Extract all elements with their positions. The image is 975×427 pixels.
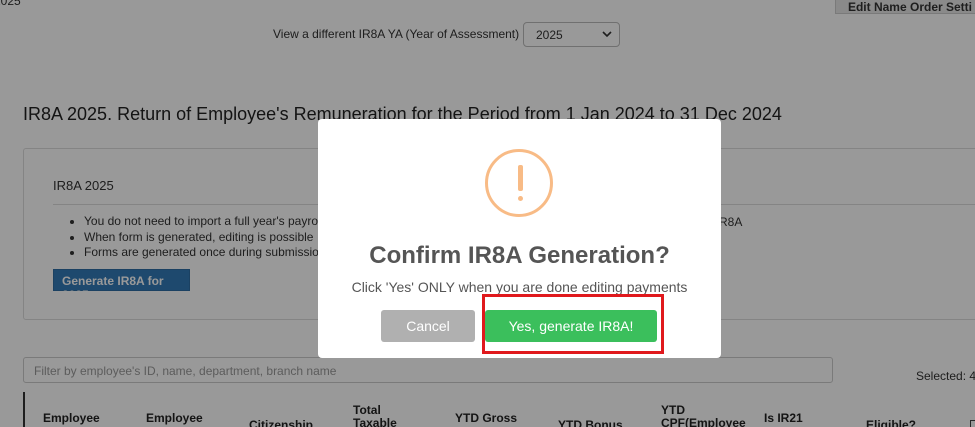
highlight-annotation: [482, 294, 664, 354]
warning-icon-bar: [518, 165, 523, 191]
warning-icon: [485, 149, 553, 217]
warning-icon-dot: [518, 196, 523, 201]
dialog-title: Confirm IR8A Generation?: [369, 242, 670, 269]
cancel-button[interactable]: Cancel: [381, 310, 475, 342]
dialog-message: Click 'Yes' ONLY when you are done editi…: [351, 279, 688, 295]
